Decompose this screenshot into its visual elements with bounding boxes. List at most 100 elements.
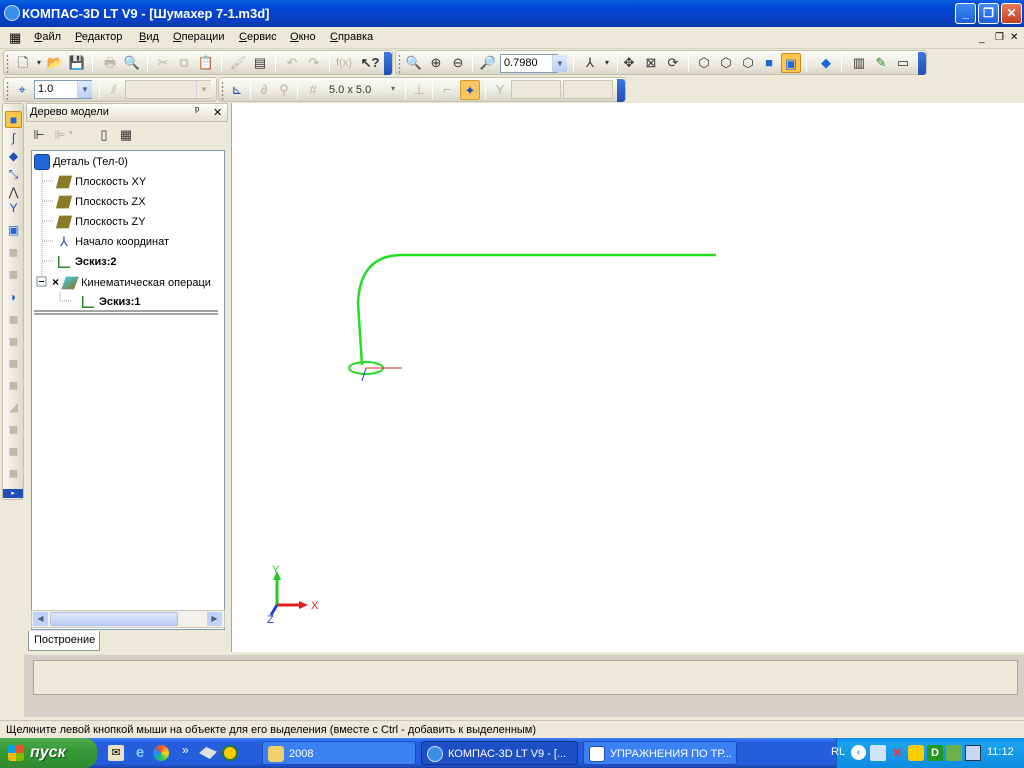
cursor-coords-icon[interactable]: Y — [490, 80, 510, 100]
compact-filter-icon[interactable]: Y — [5, 200, 22, 217]
undo-icon[interactable]: ↶ — [282, 53, 302, 73]
cut-sweep-icon[interactable]: ◼ — [5, 355, 22, 372]
line-style-icon[interactable]: ⫽ — [104, 80, 124, 100]
scale-dropdown-icon[interactable]: ▼ — [77, 81, 92, 98]
chamfer-icon[interactable]: ◼ — [5, 421, 22, 438]
menu-help[interactable]: Справка — [330, 31, 373, 43]
redo-icon[interactable]: ↷ — [304, 53, 324, 73]
paste-icon[interactable]: 📋 — [196, 53, 216, 73]
compact-arrays-icon[interactable]: ⤡ — [5, 166, 22, 183]
menu-window[interactable]: Окно — [290, 31, 316, 43]
zoom-out-icon[interactable]: ⊖ — [448, 53, 468, 73]
hidden-lines-icon[interactable]: ⬡ — [716, 53, 736, 73]
properties-icon[interactable]: ▤ — [250, 53, 270, 73]
format-painter-icon[interactable]: 🖌 — [228, 53, 248, 73]
tab-construction[interactable]: Построение — [28, 631, 100, 651]
zoom-window-icon[interactable]: 🔍 — [404, 53, 424, 73]
menu-operations[interactable]: Операции — [173, 31, 224, 43]
thin-hidden-lines-icon[interactable]: ⬡ — [738, 53, 758, 73]
tree-node-plane-zy[interactable]: Плоскость ZY — [55, 213, 146, 231]
line-style-dropdown-icon[interactable]: ▼ — [196, 81, 211, 98]
tree-node-origin[interactable]: ⅄ Начало координат — [56, 233, 169, 251]
scroll-right-icon[interactable]: ▶ — [207, 612, 222, 626]
quicklaunch-chevron-icon[interactable]: » — [182, 743, 189, 757]
grid-icon[interactable]: # — [303, 80, 323, 100]
cut-icon[interactable]: ✂ — [153, 53, 173, 73]
zoom-in-icon[interactable]: ⊕ — [426, 53, 446, 73]
rib-icon[interactable]: ◼ — [5, 465, 22, 482]
compact-curves-icon[interactable]: ∫ — [5, 130, 22, 147]
toolbar-chevron-icon[interactable] — [384, 52, 392, 75]
parametrize-icon[interactable]: ∂ — [254, 80, 274, 100]
grid-step-label[interactable]: 5.0 x 5.0 — [329, 84, 371, 96]
shell-icon[interactable]: ◼ — [5, 443, 22, 460]
quicklaunch-player-icon[interactable] — [153, 745, 169, 761]
sketch-icon[interactable]: ⊾ — [227, 80, 247, 100]
tree-mode-dropdown-icon[interactable]: ▾ — [69, 129, 73, 137]
maximize-button[interactable]: ❐ — [978, 3, 999, 24]
quicklaunch-plane-icon[interactable] — [199, 747, 217, 759]
tree-node-sweep[interactable]: × Кинематическая операци — [52, 273, 211, 291]
tray-security-icon[interactable] — [946, 745, 962, 761]
tray-app-icon[interactable] — [908, 745, 924, 761]
copy-icon[interactable]: ⧉ — [174, 53, 194, 73]
doc-minimize-button[interactable]: _ — [979, 33, 985, 44]
orientation-dropdown-icon[interactable]: ▾ — [597, 53, 617, 73]
show-all-icon[interactable]: ⊠ — [641, 53, 661, 73]
panel-close-icon[interactable]: ✕ — [213, 106, 222, 119]
tray-network-error-icon[interactable]: ✕ — [889, 745, 905, 761]
print-preview-icon[interactable]: 🔍 — [122, 53, 142, 73]
constraint-icon[interactable]: ⚲ — [274, 80, 294, 100]
open-folder-icon[interactable]: 📂 — [45, 53, 65, 73]
cut-loft-icon[interactable]: ◼ — [5, 377, 22, 394]
menu-view[interactable]: Вид — [139, 31, 159, 43]
zoom-scale-dropdown-icon[interactable]: ▼ — [552, 55, 567, 72]
local-cs-icon[interactable]: ⊥ — [409, 80, 429, 100]
quicklaunch-mail-icon[interactable]: ✉ — [108, 745, 124, 761]
task-word-document[interactable]: УПРАЖНЕНИЯ ПО ТР... — [583, 741, 737, 765]
revolve-icon[interactable]: ◼ — [5, 244, 22, 261]
tree-node-plane-xy[interactable]: Плоскость XY — [55, 173, 146, 191]
print-icon[interactable]: 🖶 — [100, 53, 120, 73]
zoom-scale-icon[interactable]: 🔎 — [478, 53, 498, 73]
tree-sort-icon[interactable]: ▯ — [94, 125, 114, 145]
menu-file[interactable]: Файл — [34, 31, 61, 43]
close-button[interactable]: ✕ — [1001, 3, 1022, 24]
tree-node-sketch2[interactable]: Эскиз:2 — [56, 253, 117, 271]
rotate-icon[interactable]: ⟳ — [663, 53, 683, 73]
document-system-icon[interactable]: ▦ — [9, 30, 25, 46]
task-kompas[interactable]: КОМПАС-3D LT V9 - [... — [421, 741, 578, 765]
model-viewport[interactable]: Y X Z — [231, 103, 1024, 652]
task-folder-2008[interactable]: 2008 — [262, 741, 416, 765]
compact-surfaces-icon[interactable]: ◆ — [5, 148, 22, 165]
tree-structure-icon[interactable]: ⊩ — [29, 125, 49, 145]
quicklaunch-ie-icon[interactable]: e — [131, 744, 149, 762]
cut-revolve-icon[interactable]: ◼ — [5, 333, 22, 350]
ortho-icon[interactable]: ⌐ — [437, 80, 457, 100]
snap-icon[interactable]: ✦ — [460, 80, 480, 100]
save-icon[interactable]: 💾 — [67, 53, 87, 73]
start-button[interactable]: пуск — [0, 738, 97, 768]
doc-restore-button[interactable]: ❐ — [995, 32, 1004, 43]
tree-relations-icon[interactable]: ▦ — [116, 125, 136, 145]
tree-node-sketch1[interactable]: Эскиз:1 — [80, 293, 141, 311]
viewport-graphics[interactable]: Y X Z — [232, 103, 1024, 652]
tree-mode-icon[interactable]: ⊫ — [50, 125, 70, 145]
sketch-toolbar-chevron-icon[interactable] — [617, 79, 625, 102]
grid-dropdown-icon[interactable]: ▾ — [391, 84, 395, 93]
coordinate-cursor-icon[interactable]: ⌖ — [12, 80, 32, 100]
tray-network-icon[interactable] — [870, 745, 886, 761]
tree-node-plane-zx[interactable]: Плоскость ZX — [55, 193, 146, 211]
scroll-thumb[interactable] — [50, 612, 178, 626]
tray-expand-icon[interactable]: ‹ — [851, 745, 866, 760]
tray-monitor-icon[interactable] — [965, 745, 981, 761]
wireframe-icon[interactable]: ⬡ — [694, 53, 714, 73]
menu-service[interactable]: Сервис — [239, 31, 277, 43]
toolbar-panel-icon[interactable]: ▭ — [893, 53, 913, 73]
scroll-left-icon[interactable]: ◀ — [33, 612, 48, 626]
pan-icon[interactable]: ✥ — [619, 53, 639, 73]
cut-extrude-icon[interactable]: ◼ — [5, 311, 22, 328]
coord-x-field[interactable] — [511, 80, 561, 99]
zoom-scale-field[interactable]: 0.7980 — [500, 54, 558, 73]
fillet-icon[interactable]: ◢ — [5, 399, 22, 416]
